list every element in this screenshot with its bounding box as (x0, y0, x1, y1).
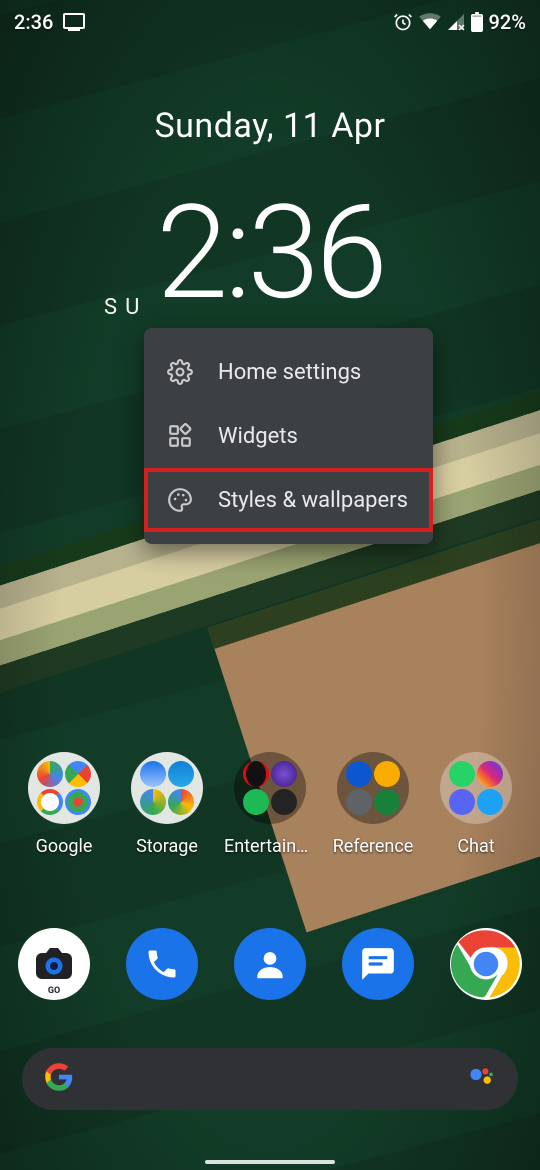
google-search-bar[interactable] (22, 1048, 518, 1110)
cast-icon (63, 13, 85, 31)
app-icon (168, 789, 194, 815)
folder-reference[interactable]: Reference (327, 752, 419, 857)
app-icon (271, 789, 297, 815)
app-icon (243, 789, 269, 815)
palette-icon (166, 486, 194, 514)
app-icon (449, 761, 475, 787)
folder-preview (337, 752, 409, 824)
app-icon (346, 761, 372, 787)
app-icon (65, 789, 91, 815)
folder-preview (440, 752, 512, 824)
menu-item-home-settings[interactable]: Home settings (144, 340, 433, 404)
clock-widget-date: Sunday, 11 Apr (0, 106, 540, 146)
app-icon (168, 761, 194, 787)
app-icon (271, 761, 297, 787)
navigation-handle[interactable] (205, 1160, 335, 1164)
alarm-icon (393, 12, 413, 32)
dock-app-contacts[interactable] (234, 928, 306, 1000)
folder-row: Google Storage Entertainment Reference (18, 752, 522, 857)
folder-label: Reference (333, 836, 414, 857)
folder-preview (28, 752, 100, 824)
assistant-icon[interactable] (466, 1062, 496, 1096)
app-icon (346, 789, 372, 815)
folder-storage[interactable]: Storage (121, 752, 213, 857)
signal-icon (447, 13, 465, 31)
app-icon (477, 789, 503, 815)
app-icon (374, 789, 400, 815)
menu-item-label: Styles & wallpapers (218, 488, 408, 513)
clock-widget-subtext: SU (104, 295, 147, 320)
app-icon (37, 761, 63, 787)
menu-item-label: Widgets (218, 424, 298, 449)
status-bar: 2:36 (0, 0, 540, 44)
widgets-icon (166, 422, 194, 450)
dock-app-camera[interactable]: GO (18, 928, 90, 1000)
folder-preview (234, 752, 306, 824)
app-icon (374, 761, 400, 787)
clock-widget-time: 2:36 (0, 188, 540, 318)
dock-app-caption: GO (48, 986, 60, 996)
status-bar-battery-percent: 92% (489, 10, 526, 34)
wifi-icon (419, 13, 441, 31)
folder-label: Chat (457, 836, 494, 857)
battery-icon (471, 12, 483, 32)
dock: GO (18, 928, 522, 1000)
gear-icon (166, 358, 194, 386)
folder-label: Google (36, 836, 93, 857)
app-icon (65, 761, 91, 787)
app-icon (140, 789, 166, 815)
dock-app-messages[interactable] (342, 928, 414, 1000)
folder-google[interactable]: Google (18, 752, 110, 857)
app-icon (140, 761, 166, 787)
status-bar-time: 2:36 (14, 10, 53, 34)
app-icon (243, 761, 269, 787)
folder-chat[interactable]: Chat (430, 752, 522, 857)
folder-label: Storage (136, 836, 198, 857)
folder-label: Entertainment (224, 836, 316, 857)
app-icon (449, 789, 475, 815)
google-g-icon (44, 1062, 74, 1096)
menu-item-styles-wallpapers[interactable]: Styles & wallpapers (144, 468, 433, 532)
dock-app-chrome[interactable] (450, 928, 522, 1000)
folder-preview (131, 752, 203, 824)
menu-item-widgets[interactable]: Widgets (144, 404, 433, 468)
home-context-menu: Home settings Widgets Styles & wallpaper… (144, 328, 433, 544)
dock-app-phone[interactable] (126, 928, 198, 1000)
app-icon (477, 761, 503, 787)
folder-entertainment[interactable]: Entertainment (224, 752, 316, 857)
menu-item-label: Home settings (218, 360, 361, 385)
app-icon (37, 789, 63, 815)
clock-widget[interactable]: Sunday, 11 Apr 2:36 (0, 106, 540, 318)
